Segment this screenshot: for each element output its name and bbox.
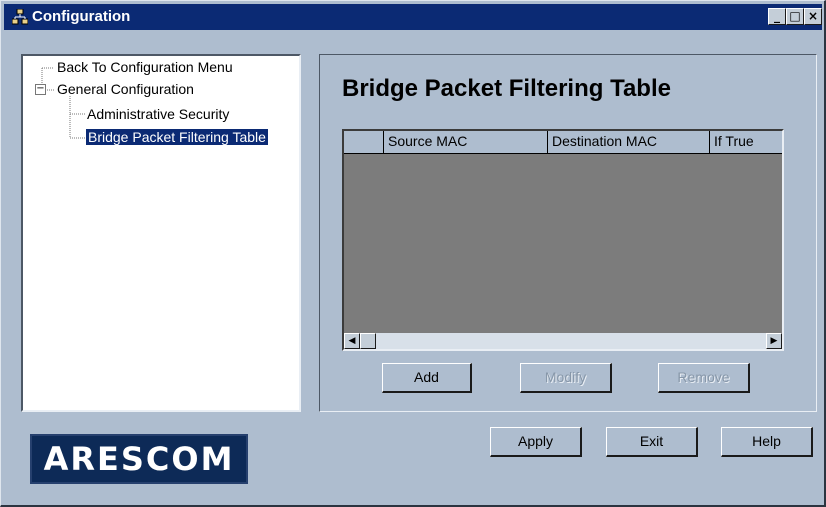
minimize-button[interactable]: _ (768, 8, 786, 25)
page-title: Bridge Packet Filtering Table (342, 75, 671, 102)
column-header-destination-mac[interactable]: Destination MAC (548, 131, 710, 153)
add-button[interactable]: Add (382, 363, 472, 393)
modify-button[interactable]: Modify (520, 363, 612, 393)
scrollbar-thumb[interactable] (360, 333, 376, 349)
navigation-tree: Back To Configuration Menu − General Con… (21, 54, 301, 412)
horizontal-scrollbar[interactable]: ◀ ▶ (344, 333, 782, 349)
title-bar[interactable]: Configuration _ □ × (4, 4, 822, 30)
maximize-button[interactable]: □ (786, 8, 804, 25)
close-button[interactable]: × (804, 8, 822, 25)
help-button[interactable]: Help (721, 427, 813, 457)
column-header-if-true[interactable]: If True (710, 131, 782, 153)
apply-button[interactable]: Apply (490, 427, 582, 457)
network-icon (11, 8, 29, 25)
tree-item-administrative-security[interactable]: Administrative Security (87, 106, 229, 122)
content-panel: Bridge Packet Filtering Table Source MAC… (319, 54, 817, 412)
table-header: Source MAC Destination MAC If True (344, 131, 782, 154)
tree-item-general-configuration[interactable]: General Configuration (57, 81, 194, 97)
scroll-left-icon[interactable]: ◀ (344, 333, 360, 349)
column-header-source-mac[interactable]: Source MAC (384, 131, 548, 153)
scroll-right-icon[interactable]: ▶ (766, 333, 782, 349)
remove-button[interactable]: Remove (658, 363, 750, 393)
collapse-icon[interactable]: − (35, 84, 46, 95)
filter-table[interactable]: Source MAC Destination MAC If True ◀ ▶ (342, 129, 784, 351)
arescom-logo: ARESCOM (30, 434, 248, 484)
window-title: Configuration (32, 8, 131, 25)
column-header-index[interactable] (344, 131, 384, 153)
configuration-window: Configuration _ □ × Back To Configuratio… (0, 0, 826, 507)
tree-item-bridge-packet-filtering-table[interactable]: Bridge Packet Filtering Table (86, 129, 268, 145)
exit-button[interactable]: Exit (606, 427, 698, 457)
tree-item-back-to-configuration-menu[interactable]: Back To Configuration Menu (57, 59, 233, 75)
